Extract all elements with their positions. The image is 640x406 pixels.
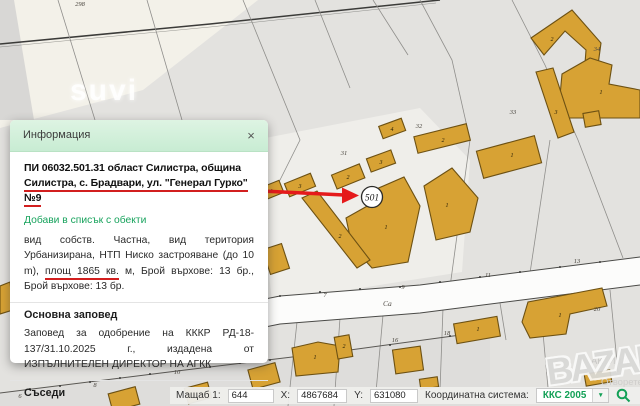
parcel-number-label: 13 [574, 258, 581, 265]
building-number-label: 3 [379, 160, 383, 166]
parcel-number-label: 11 [485, 272, 491, 279]
info-panel-body: ПИ 06032.501.31 област Силистра, община … [10, 152, 268, 294]
property-attributes: вид собств. Частна, вид територия Урбани… [24, 233, 254, 295]
property-title: ПИ 06032.501.31 област Силистра, община … [24, 161, 254, 207]
x-coordinate-input[interactable] [297, 389, 347, 403]
building-number-label: 1 [446, 203, 449, 209]
order-heading: Основна заповед [10, 302, 268, 321]
building-number-label: 2 [551, 37, 554, 43]
close-icon[interactable]: × [243, 120, 259, 151]
add-to-list-link[interactable]: Добави в списък с обекти [24, 215, 254, 226]
property-title-line1: ПИ 06032.501.31 област Силистра, община [24, 162, 241, 174]
building-number-label: 2 [442, 138, 445, 144]
x-label: X: [281, 390, 290, 401]
building-number-label: 3 [298, 184, 302, 190]
building-number-label: 2 [343, 344, 346, 350]
app-window: 298313233347911161813201086 213214323411… [0, 0, 640, 406]
parcel-number-label: 34 [593, 46, 601, 53]
y-coordinate-input[interactable] [370, 389, 418, 403]
y-label: Y: [354, 390, 363, 401]
property-title-line2: Силистра, с. Брадвари, ул. "Генерал Гурк… [24, 177, 248, 207]
scale-input[interactable] [228, 389, 274, 403]
parcel-number-label: 32 [415, 123, 423, 130]
order-text: Заповед за одобрение на КККР РД-18-137/3… [10, 321, 268, 372]
building-number-label: 3 [554, 110, 558, 116]
street-label: Са [383, 299, 392, 308]
parcel-number-label: 298 [75, 1, 86, 8]
parcel-number-label: 31 [340, 150, 348, 157]
crs-label: Координатна система: [425, 390, 529, 401]
building-number-label: 1 [511, 153, 514, 159]
building-number-label: 1 [314, 355, 317, 361]
parcel-number-label: 18 [444, 330, 451, 337]
building-number-label: 2 [347, 175, 350, 181]
parcel-number-label: 33 [509, 109, 517, 116]
parcel-marker-label: 501 [365, 194, 379, 204]
info-panel-header: Информация × [10, 120, 268, 152]
watermark-corner: suvi [70, 74, 138, 108]
chevron-down-icon: ▼ [592, 389, 608, 402]
building-number-label: 1 [559, 313, 562, 319]
parcel-number-label: 16 [392, 337, 399, 344]
building-number-label: 2 [339, 234, 342, 240]
scale-label: Мащаб 1: [176, 390, 221, 401]
building-number-label: 1 [385, 225, 388, 231]
info-panel-title: Информация [23, 129, 90, 141]
search-icon[interactable] [616, 388, 631, 403]
parcel-marker-501[interactable]: 501 [362, 187, 383, 208]
building-number-label: 1 [600, 90, 603, 96]
parcel-number-label: 20 [594, 306, 601, 313]
building-number-label: 1 [477, 327, 480, 333]
building-number-label: 4 [391, 126, 394, 133]
attrs-area-highlight: площ 1865 кв. [45, 266, 119, 280]
info-panel: Информация × ПИ 06032.501.31 област Сили… [10, 120, 268, 363]
